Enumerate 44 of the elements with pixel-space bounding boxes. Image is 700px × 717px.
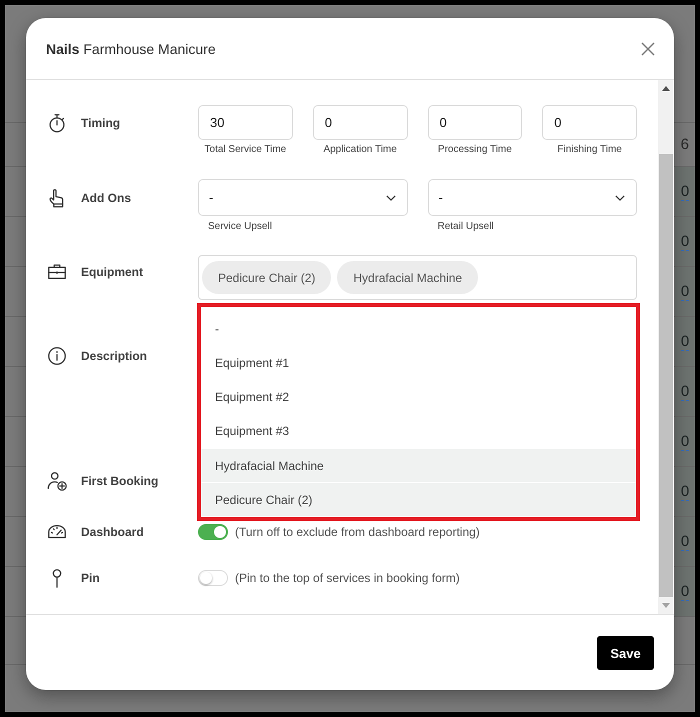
- select-field[interactable]: -: [198, 179, 408, 216]
- row-label: Add Ons: [81, 190, 131, 204]
- tag-chip[interactable]: Hydrafacial Machine: [337, 261, 478, 294]
- scroll-up-icon[interactable]: [662, 86, 670, 90]
- chevron-down-icon: [615, 194, 625, 200]
- dropdown-option[interactable]: -: [201, 312, 636, 346]
- field-caption: Retail Upsell: [438, 221, 494, 233]
- input-field[interactable]: 0: [428, 105, 522, 140]
- input-field[interactable]: 0: [542, 105, 637, 140]
- select-field[interactable]: -: [428, 179, 637, 216]
- close-icon: [641, 42, 655, 56]
- tags-field[interactable]: Pedicure Chair (2) Hydrafacial Machine: [198, 255, 637, 300]
- dropdown-option[interactable]: Pedicure Chair (2): [201, 482, 636, 516]
- field-caption: Service Upsell: [208, 221, 272, 233]
- dropdown-option[interactable]: Hydrafacial Machine: [201, 448, 636, 482]
- chevron-down-icon: [386, 194, 396, 200]
- row-label: Equipment: [81, 265, 143, 279]
- toggle-switch[interactable]: [198, 524, 228, 540]
- scrollbar[interactable]: [658, 80, 673, 614]
- close-button[interactable]: [641, 42, 655, 56]
- save-button[interactable]: Save: [597, 636, 654, 670]
- tag-chip[interactable]: Pedicure Chair (2): [202, 261, 332, 294]
- table-cell: 6: [680, 136, 689, 153]
- scroll-down-icon[interactable]: [662, 603, 670, 608]
- toggle-description: (Turn off to exclude from dashboard reporting): [235, 525, 480, 539]
- row-label: First Booking: [81, 474, 158, 488]
- dialog-title: Nails Farmhouse Manicure: [46, 40, 216, 56]
- row-label: Dashboard: [81, 525, 144, 539]
- field-caption: Finishing Time: [557, 144, 622, 156]
- dropdown-option[interactable]: Equipment #1: [201, 346, 636, 380]
- dropdown-option[interactable]: Equipment #3: [201, 414, 636, 448]
- row-label: Pin: [81, 571, 100, 585]
- input-field[interactable]: 30: [198, 105, 293, 140]
- input-field[interactable]: 0: [312, 105, 408, 140]
- row-label: Timing: [81, 116, 120, 130]
- dropdown-option[interactable]: Equipment #2: [201, 380, 636, 414]
- field-caption: Total Service Time: [204, 144, 286, 156]
- field-caption: Processing Time: [438, 144, 512, 156]
- field-caption: Application Time: [323, 144, 397, 156]
- row-label: Description: [81, 349, 148, 363]
- add-user-icon: [46, 470, 68, 492]
- toggle-description: (Pin to the top of services in booking form): [235, 571, 460, 585]
- scrollbar-thumb[interactable]: [658, 154, 672, 597]
- info-icon: [46, 345, 68, 367]
